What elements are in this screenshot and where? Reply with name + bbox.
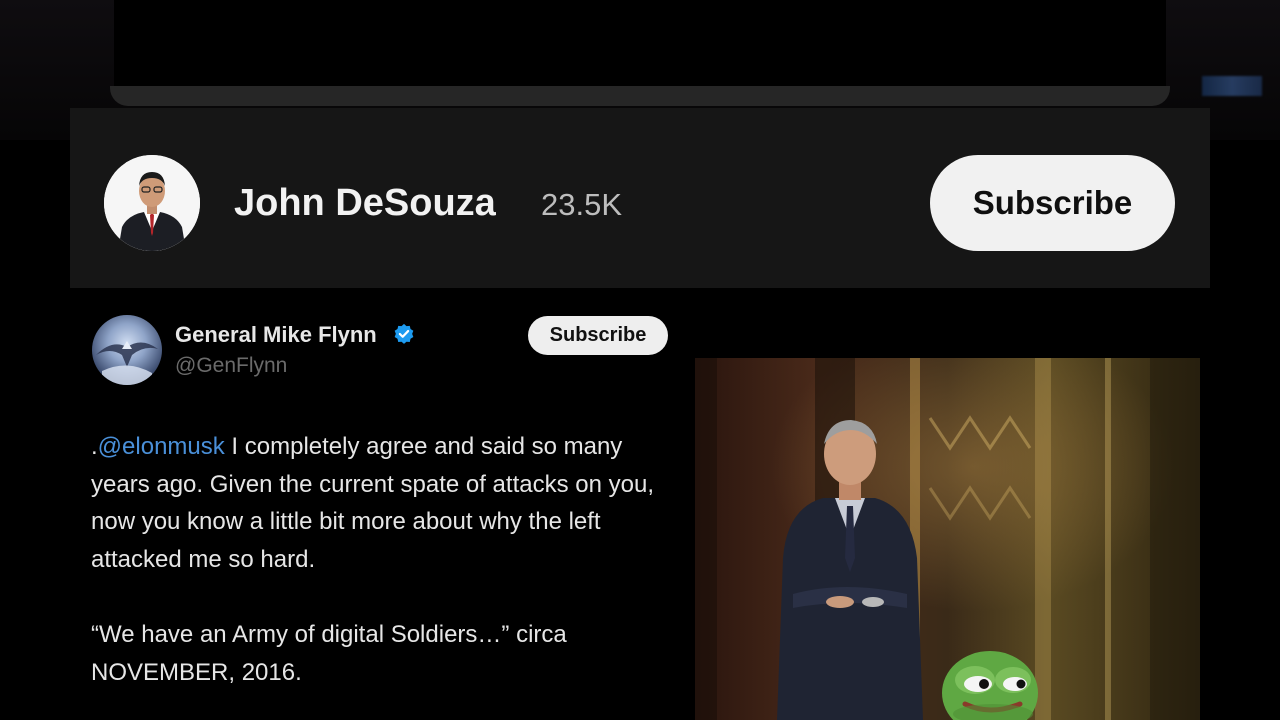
- blurred-overlay-element: [1202, 76, 1262, 96]
- video-player[interactable]: [114, 0, 1166, 88]
- subscriber-count: 23.5K: [541, 187, 623, 222]
- mention-link[interactable]: @elonmusk: [98, 433, 225, 460]
- channel-avatar-image: [104, 155, 200, 251]
- tweet-author-name[interactable]: General Mike Flynn: [175, 322, 377, 348]
- tweet-subscribe-button[interactable]: Subscribe: [528, 316, 668, 355]
- tweet-photo-image: [695, 358, 1200, 720]
- subscribe-button[interactable]: Subscribe: [930, 155, 1175, 251]
- channel-avatar[interactable]: [104, 155, 200, 251]
- eagle-avatar-image: [96, 341, 158, 385]
- verified-badge-icon: [394, 323, 414, 344]
- tweet-author-avatar[interactable]: [92, 315, 162, 385]
- mention-prefix: .: [91, 433, 98, 460]
- tweet-photo[interactable]: [695, 358, 1200, 720]
- tweet-paragraph-1: .@elonmusk I completely agree and said s…: [91, 428, 661, 579]
- tweet-author-handle[interactable]: @GenFlynn: [175, 354, 287, 378]
- channel-name[interactable]: John DeSouza: [234, 182, 496, 225]
- tweet-text: .@elonmusk I completely agree and said s…: [91, 428, 661, 691]
- tweet-paragraph-2: “We have an Army of digital Soldiers…” c…: [91, 620, 567, 686]
- video-player-bottom-edge: [110, 86, 1170, 106]
